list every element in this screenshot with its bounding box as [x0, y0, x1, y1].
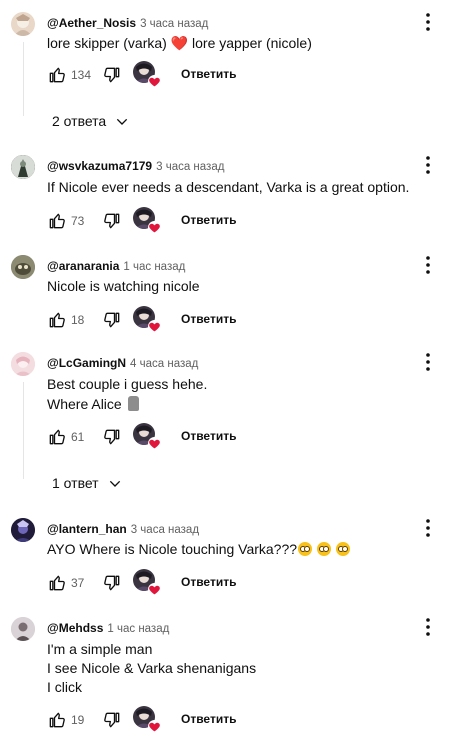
- comment-actions: 73 Ответить: [47, 207, 297, 235]
- comment-actions: 134 Ответить: [47, 61, 297, 89]
- comment-time[interactable]: 4 часа назад: [130, 358, 198, 370]
- thumb-down-icon[interactable]: [102, 573, 122, 593]
- avatar[interactable]: [11, 518, 35, 542]
- comment-text-part: lore skipper (varka): [47, 35, 171, 51]
- avatar[interactable]: [11, 12, 35, 36]
- comment-text: lore skipper (varka) ❤️ lore yapper (nic…: [47, 33, 312, 53]
- moai-icon: [127, 396, 139, 411]
- comment-time[interactable]: 3 часа назад: [140, 18, 208, 30]
- creator-heart-icon: [133, 207, 161, 234]
- thread-line: [23, 382, 24, 479]
- thumb-up-icon[interactable]: [47, 573, 67, 593]
- thumb-up-icon[interactable]: [47, 65, 67, 85]
- comment-text: Best couple i guess hehe.: [47, 376, 208, 392]
- comment-time[interactable]: 1 час назад: [123, 261, 185, 273]
- reply-button[interactable]: Ответить: [181, 712, 236, 726]
- comment-header: @Mehdss 1 час назад: [47, 621, 169, 635]
- vertical-dots-icon[interactable]: [424, 617, 432, 637]
- chevron-down-icon: [109, 481, 120, 488]
- comment-header: @LcGamingN 4 часа назад: [47, 356, 198, 370]
- comment-text-part: Where Alice: [47, 396, 126, 412]
- comment-author[interactable]: @Mehdss: [47, 621, 103, 635]
- thumb-down-icon[interactable]: [102, 65, 122, 85]
- comment-author[interactable]: @wsvkazuma7179: [47, 159, 152, 173]
- like-count: 18: [71, 313, 85, 327]
- avatar[interactable]: [11, 617, 35, 641]
- comment: @aranarania 1 час назад Nicole is watchin…: [0, 255, 470, 335]
- comment-header: @Aether_Nosis 3 часа назад: [47, 16, 208, 30]
- comment-actions: 61 Ответить: [47, 423, 297, 451]
- comment-author[interactable]: @LcGamingN: [47, 356, 126, 370]
- comment-text: I see Nicole & Varka shenanigans: [47, 660, 257, 676]
- flushed-face-icon: [316, 542, 331, 556]
- comment: @LcGamingN 4 часа назад Best couple i gue…: [0, 352, 470, 502]
- vertical-dots-icon[interactable]: [424, 255, 432, 275]
- like-count: 134: [71, 68, 92, 82]
- comment-text: Where Alice: [47, 394, 139, 414]
- comment-text-part: lore yapper (nicole): [188, 35, 312, 51]
- like-count: 73: [71, 214, 85, 228]
- comment-header: @wsvkazuma7179 3 часа назад: [47, 159, 224, 173]
- comment-text: AYO Where is Nicole touching Varka???: [47, 539, 350, 559]
- comment-author[interactable]: @lantern_han: [47, 522, 127, 536]
- thread-line: [23, 42, 24, 116]
- avatar[interactable]: [11, 352, 35, 376]
- thumb-down-icon[interactable]: [102, 211, 122, 231]
- replies-count: 1 ответ: [52, 475, 99, 491]
- comment: @Aether_Nosis 3 часа назад lore skipper (…: [0, 12, 470, 140]
- comment-header: @lantern_han 3 часа назад: [47, 522, 199, 536]
- thumb-up-icon[interactable]: [47, 710, 67, 730]
- comment-author[interactable]: @Aether_Nosis: [47, 16, 136, 30]
- vertical-dots-icon[interactable]: [424, 518, 432, 538]
- comment-text: Nicole is watching nicole: [47, 278, 200, 294]
- comment-actions: 37 Ответить: [47, 569, 297, 597]
- like-count: 19: [71, 713, 85, 727]
- comment-actions: 18 Ответить: [47, 306, 297, 334]
- comment-author[interactable]: @aranarania: [47, 259, 119, 273]
- creator-heart-icon: [133, 569, 161, 596]
- vertical-dots-icon[interactable]: [424, 352, 432, 372]
- avatar[interactable]: [11, 255, 35, 279]
- avatar[interactable]: [11, 155, 35, 179]
- reply-button[interactable]: Ответить: [181, 312, 236, 326]
- red-heart-icon: ❤️: [170, 35, 189, 51]
- reply-button[interactable]: Ответить: [181, 213, 236, 227]
- comment: @wsvkazuma7179 3 часа назад If Nicole eve…: [0, 155, 470, 235]
- thumb-up-icon[interactable]: [47, 427, 67, 447]
- creator-heart-icon: [133, 706, 161, 733]
- creator-heart-icon: [133, 306, 161, 333]
- comment-text: I'm a simple man: [47, 641, 153, 657]
- comment-actions: 19 Ответить: [47, 706, 297, 734]
- thumb-up-icon[interactable]: [47, 310, 67, 330]
- replies-toggle[interactable]: 2 ответа: [52, 113, 130, 133]
- chevron-down-icon: [117, 119, 128, 126]
- flushed-face-icon: [298, 542, 313, 556]
- like-count: 37: [71, 576, 85, 590]
- reply-button[interactable]: Ответить: [181, 575, 236, 589]
- reply-button[interactable]: Ответить: [181, 67, 236, 81]
- vertical-dots-icon[interactable]: [424, 155, 432, 175]
- replies-count: 2 ответа: [52, 113, 107, 129]
- comment-text: If Nicole ever needs a descendant, Varka…: [47, 179, 410, 195]
- comment: @lantern_han 3 часа назад AYO Where is Ni…: [0, 518, 470, 598]
- comment-header: @aranarania 1 час назад: [47, 259, 185, 273]
- thumb-up-icon[interactable]: [47, 211, 67, 231]
- reply-button[interactable]: Ответить: [181, 429, 236, 443]
- like-count: 61: [71, 430, 85, 444]
- comment-time[interactable]: 3 часа назад: [131, 524, 199, 536]
- comment-text: I click: [47, 679, 82, 695]
- creator-heart-icon: [133, 423, 161, 450]
- comment-time[interactable]: 1 час назад: [107, 623, 169, 635]
- thumb-down-icon[interactable]: [102, 710, 122, 730]
- creator-heart-icon: [133, 61, 161, 88]
- comment: @Mehdss 1 час назад I'm a simple man I se…: [0, 617, 470, 741]
- comment-time[interactable]: 3 часа назад: [156, 161, 224, 173]
- flushed-face-icon: [335, 542, 350, 556]
- thumb-down-icon[interactable]: [102, 310, 122, 330]
- thumb-down-icon[interactable]: [102, 427, 122, 447]
- vertical-dots-icon[interactable]: [424, 12, 432, 32]
- comment-text-part: AYO Where is Nicole touching Varka???: [47, 541, 298, 557]
- replies-toggle[interactable]: 1 ответ: [52, 475, 123, 495]
